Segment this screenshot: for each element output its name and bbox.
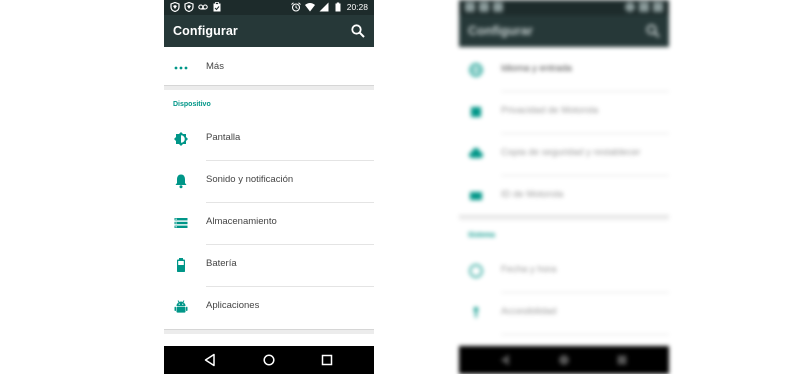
voicemail-icon [198, 4, 208, 10]
settings-item-label: Batería [206, 258, 237, 269]
settings-item-sonido[interactable]: Sonido y notificación [164, 160, 374, 202]
shield-icon [184, 2, 194, 12]
brightness-icon [174, 132, 188, 146]
alarm-icon [290, 2, 301, 12]
settings-item-copia[interactable]: Copia de seguridad y restablecer [459, 133, 669, 175]
accessibility-icon [473, 307, 479, 319]
bell-icon [175, 174, 187, 189]
search-icon[interactable] [350, 23, 366, 39]
settings-item-label: Idioma y entrada [501, 63, 572, 74]
privacy-icon [471, 107, 481, 117]
page-title: Configurar [468, 24, 533, 38]
storage-icon [174, 218, 188, 228]
settings-item-label: Aplicaciones [206, 300, 260, 311]
section-divider [164, 329, 374, 334]
section-divider [164, 85, 374, 90]
recents-icon[interactable] [319, 352, 335, 368]
shield-icon [170, 2, 180, 12]
settings-item-almacenamiento[interactable]: Almacenamiento [164, 202, 374, 244]
section-divider [459, 215, 669, 220]
more-horiz-icon [174, 66, 188, 70]
back-icon[interactable] [202, 352, 218, 368]
clipboard-icon [213, 2, 221, 12]
alarm-icon [625, 2, 635, 12]
settings-item-label: Privacidad de Motorola [501, 105, 599, 116]
app-bar: Configurar [459, 15, 669, 47]
shield-icon [479, 2, 489, 12]
settings-item-more[interactable]: Más [164, 47, 374, 89]
home-icon[interactable] [556, 352, 572, 368]
app-bar: Configurar [164, 15, 374, 47]
wifi-icon [639, 2, 649, 12]
cloud-icon [469, 148, 483, 158]
battery-icon [653, 2, 663, 12]
navigation-bar [459, 346, 669, 374]
navigation-bar [164, 346, 374, 374]
section-header: Sistema [468, 232, 495, 239]
settings-item-label: Sonido y notificación [206, 174, 294, 185]
settings-item-idioma[interactable]: Idioma y entrada [459, 49, 669, 91]
page-title: Configurar [173, 24, 238, 38]
back-icon[interactable] [497, 352, 513, 368]
clock-icon [469, 264, 483, 278]
settings-item-privacidad[interactable]: Privacidad de Motorola [459, 91, 669, 133]
android-icon [174, 300, 188, 313]
settings-item-label: Copia de seguridad y restablecer [501, 147, 641, 158]
settings-item-label: Almacenamiento [206, 216, 277, 227]
battery-icon [177, 258, 185, 272]
settings-item-id-motorola[interactable]: ID de Motorola [459, 175, 669, 217]
battery-icon [335, 2, 341, 12]
search-icon[interactable] [645, 23, 661, 39]
settings-screen-right: Configurar Idioma y entrada Privacidad d… [459, 0, 669, 374]
settings-item-accesibilidad[interactable]: Accesibilidad [459, 292, 669, 334]
settings-item-label: ID de Motorola [501, 189, 564, 200]
settings-item-aplicaciones[interactable]: Aplicaciones [164, 286, 374, 328]
settings-screen-left: 20:28 Configurar Más Dispositivo Pantall… [164, 0, 374, 374]
settings-item-label: Pantalla [206, 132, 241, 143]
settings-item-fecha[interactable]: Fecha y hora [459, 250, 669, 292]
status-bar [459, 0, 669, 15]
settings-list: Más Dispositivo Pantalla Sonido y notifi… [164, 47, 374, 346]
shield-icon [465, 2, 475, 12]
wifi-icon [304, 3, 315, 12]
recents-icon[interactable] [614, 352, 630, 368]
settings-item-pantalla[interactable]: Pantalla [164, 118, 374, 160]
voicemail-icon [493, 2, 503, 12]
settings-item-label: Más [206, 61, 224, 72]
settings-item-bateria[interactable]: Batería [164, 244, 374, 286]
section-header: Dispositivo [173, 101, 211, 108]
settings-item-label: Fecha y hora [501, 264, 557, 275]
id-card-icon [470, 192, 482, 200]
list-divider [501, 334, 669, 335]
globe-icon [469, 63, 483, 77]
status-bar: 20:28 [164, 0, 374, 15]
clock-time: 20:28 [346, 2, 368, 12]
signal-icon [319, 2, 329, 12]
settings-list: Idioma y entrada Privacidad de Motorola … [459, 47, 669, 346]
settings-item-label: Accesibilidad [501, 306, 557, 317]
home-icon[interactable] [261, 352, 277, 368]
